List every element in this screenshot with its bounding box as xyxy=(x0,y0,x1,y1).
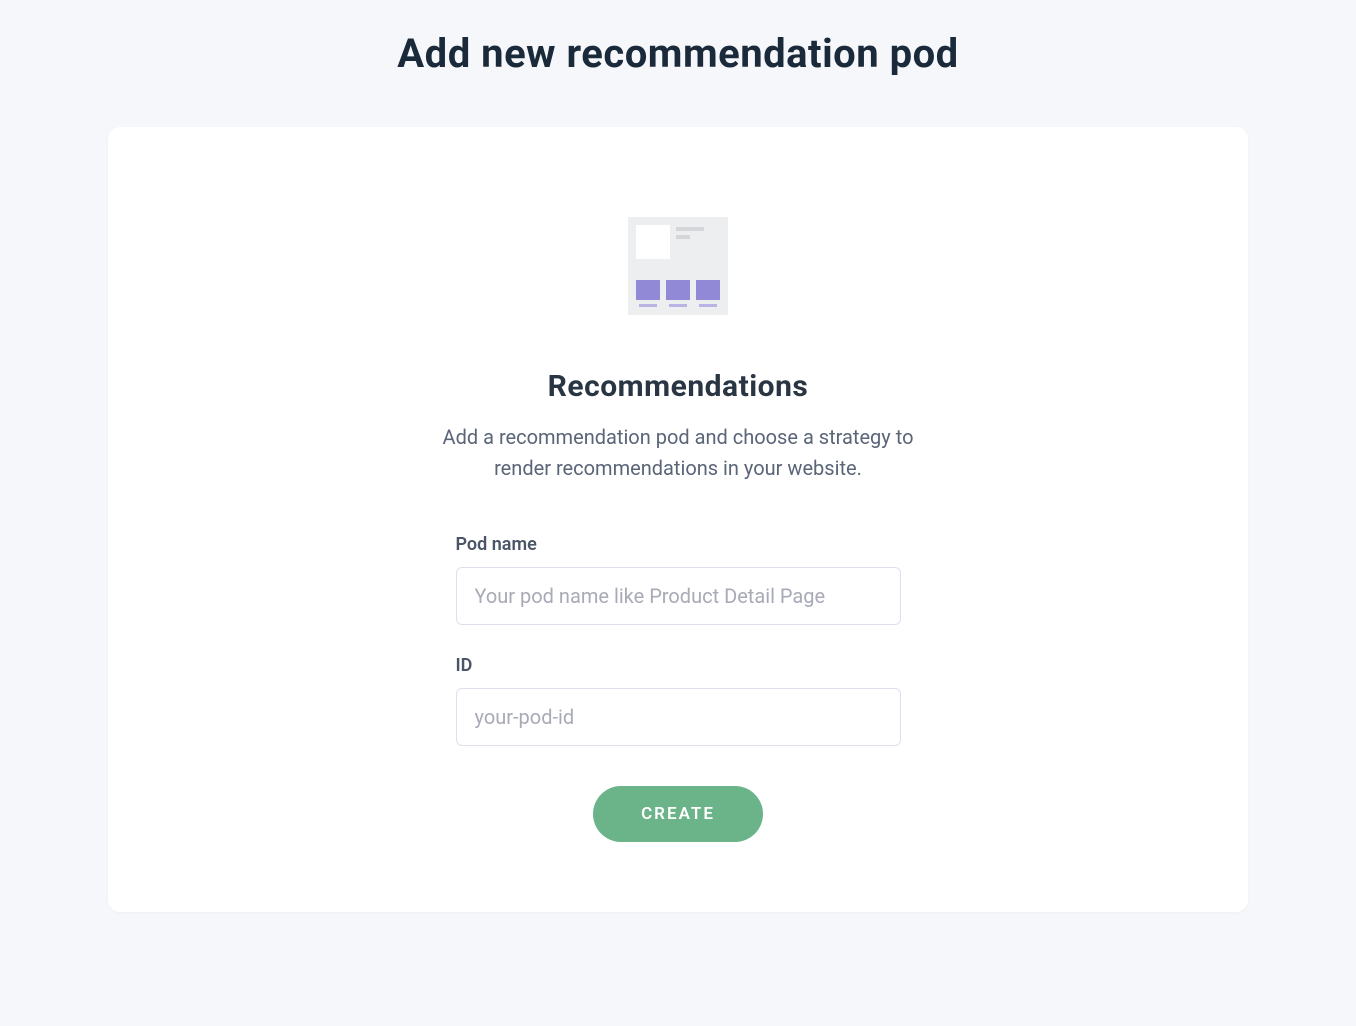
pod-id-input[interactable] xyxy=(456,688,901,746)
pod-name-group: Pod name xyxy=(456,534,901,625)
pod-name-label: Pod name xyxy=(456,534,901,555)
pod-form: Pod name ID CREATE xyxy=(456,534,901,842)
form-card: Recommendations Add a recommendation pod… xyxy=(108,127,1248,912)
page-title: Add new recommendation pod xyxy=(60,30,1296,77)
create-button[interactable]: CREATE xyxy=(593,786,763,842)
card-heading: Recommendations xyxy=(423,369,933,404)
pod-id-label: ID xyxy=(456,655,901,676)
card-description: Add a recommendation pod and choose a st… xyxy=(423,422,933,484)
card-content: Recommendations Add a recommendation pod… xyxy=(423,217,933,842)
recommendation-pod-icon xyxy=(628,217,728,315)
pod-id-group: ID xyxy=(456,655,901,746)
pod-name-input[interactable] xyxy=(456,567,901,625)
